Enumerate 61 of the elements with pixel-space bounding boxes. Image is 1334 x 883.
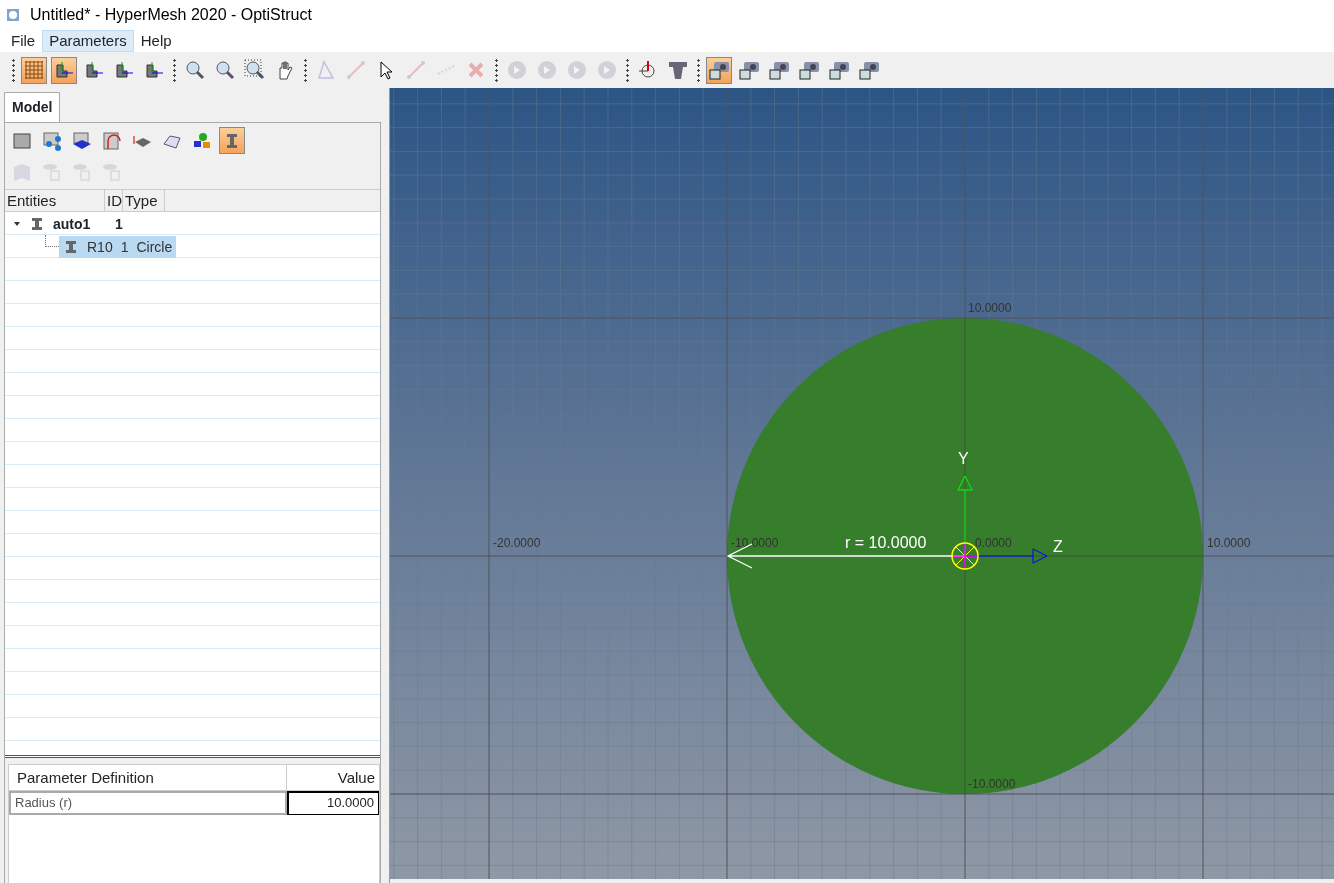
- menu-item[interactable]: Help: [133, 30, 179, 52]
- column-header: Value: [336, 768, 376, 788]
- beam-button[interactable]: [219, 127, 245, 154]
- menu-item[interactable]: Parameters: [42, 30, 134, 52]
- camera-icon: [708, 59, 730, 81]
- entity-name: auto1: [53, 214, 92, 234]
- zoom-box-icon: [244, 59, 266, 81]
- magnifier-icon: [214, 59, 236, 81]
- grid-button[interactable]: [21, 56, 47, 84]
- camera-icon: [828, 59, 850, 81]
- play-icon: [566, 59, 588, 81]
- solid-icon: [71, 129, 93, 152]
- play-icon: [536, 59, 558, 81]
- beam-icon: [29, 215, 45, 232]
- axis-label: Y: [958, 450, 969, 467]
- play-icon: [596, 59, 618, 81]
- column-header: Parameter Definition: [9, 765, 287, 790]
- axis-tick-label: -10.0000: [968, 777, 1016, 791]
- camera-icon: [798, 59, 820, 81]
- column-header[interactable]: Entities: [5, 190, 105, 211]
- window-title: Untitled* - HyperMesh 2020 - OptiStruct: [30, 5, 312, 25]
- curve-icon: [101, 129, 123, 152]
- nodes-icon: [41, 129, 63, 152]
- axis-tick-label: -20.0000: [493, 536, 541, 550]
- entity-name: R10: [87, 237, 113, 257]
- camera-icon: [768, 59, 790, 81]
- camera-button[interactable]: [706, 56, 732, 84]
- axis-tick-label: 10.0000: [1207, 536, 1251, 550]
- dimension-label: r = 10.0000: [845, 534, 927, 551]
- camera-icon: [858, 59, 880, 81]
- axes-icon: [53, 59, 75, 81]
- axis-tick-label: 0.0000: [975, 536, 1012, 550]
- beam-icon: [63, 238, 79, 255]
- magnifier-icon: [184, 59, 206, 81]
- axis-tick-label: -10.0000: [731, 536, 779, 550]
- ruler-icon: [667, 59, 689, 81]
- entity-id: 1: [120, 237, 129, 257]
- axes-icon: [143, 59, 165, 81]
- camera-icon: [738, 59, 760, 81]
- grid-icon: [23, 59, 45, 81]
- line-icon: [405, 59, 427, 81]
- app-icon: [4, 6, 22, 24]
- panel-tab[interactable]: Model: [4, 92, 61, 122]
- axes-icon: [113, 59, 135, 81]
- tree-row[interactable]: auto1 1: [53, 212, 123, 235]
- value-field[interactable]: 10.0000: [287, 791, 379, 815]
- entity-id: 1: [115, 214, 123, 234]
- line-icon: [345, 59, 367, 81]
- axis-label: Z: [1053, 538, 1063, 555]
- menu-item[interactable]: File: [4, 30, 43, 52]
- axes-icon: [83, 59, 105, 81]
- axis-tick-label: 10.0000: [968, 301, 1012, 315]
- expand-caret-icon[interactable]: [13, 219, 21, 228]
- parameter-label: Radius (r): [9, 791, 287, 815]
- tree-row[interactable]: R10 1 Circle: [59, 235, 177, 258]
- view-button[interactable]: [51, 56, 77, 84]
- column-header[interactable]: Type: [123, 190, 165, 211]
- triangle-icon: [315, 59, 337, 81]
- column-header[interactable]: ID: [105, 190, 123, 211]
- play-icon: [506, 59, 528, 81]
- entity-type: Circle: [136, 237, 173, 257]
